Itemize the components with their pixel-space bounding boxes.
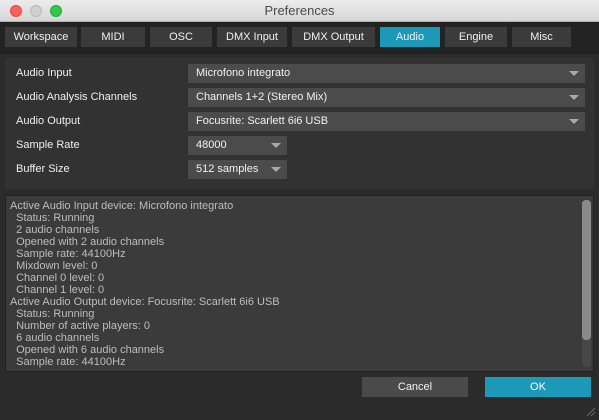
chevron-down-icon: [271, 143, 281, 148]
chevron-down-icon: [569, 71, 579, 76]
tab-midi[interactable]: MIDI: [81, 27, 145, 47]
audio-input-value: Microfono integrato: [196, 67, 291, 79]
sample-rate-value: 48000: [196, 139, 227, 151]
ok-button[interactable]: OK: [485, 377, 591, 397]
tab-dmx-output[interactable]: DMX Output: [292, 27, 375, 47]
log-line: Status: Running: [10, 308, 95, 320]
audio-input-select[interactable]: Microfono integrato: [188, 64, 585, 83]
log-line: Active Audio Output device: Focusrite: S…: [10, 296, 280, 308]
log-line: Sample rate: 44100Hz: [10, 356, 126, 368]
log-line: Opened with 2 audio channels: [10, 236, 165, 248]
chevron-down-icon: [569, 95, 579, 100]
log-line: Number of active players: 0: [10, 320, 151, 332]
tab-workspace[interactable]: Workspace: [5, 27, 77, 47]
audio-analysis-select[interactable]: Channels 1+2 (Stereo Mix): [188, 88, 585, 107]
tab-bar: Workspace MIDI OSC DMX Input DMX Output …: [0, 22, 599, 54]
sample-rate-label: Sample Rate: [16, 139, 80, 151]
window-title: Preferences: [264, 3, 335, 18]
tab-misc[interactable]: Misc: [512, 27, 571, 47]
log-line: Mixdown level: 0: [10, 260, 98, 272]
resize-grip-icon[interactable]: [586, 407, 596, 417]
log-scrollbar-thumb[interactable]: [582, 200, 591, 340]
title-bar: Preferences: [0, 0, 599, 22]
cancel-button[interactable]: Cancel: [362, 377, 468, 397]
log-line: 2 audio channels: [10, 224, 100, 236]
log-line: Sample rate: 44100Hz: [10, 248, 126, 260]
buffer-size-select[interactable]: 512 samples: [188, 160, 287, 179]
tab-audio[interactable]: Audio: [380, 27, 440, 47]
audio-output-value: Focusrite: Scarlett 6i6 USB: [196, 115, 329, 127]
buffer-size-label: Buffer Size: [16, 163, 70, 175]
log-line: Active Audio Input device: Microfono int…: [10, 200, 234, 212]
audio-output-select[interactable]: Focusrite: Scarlett 6i6 USB: [188, 112, 585, 131]
log-line: Opened with 6 audio channels: [10, 344, 165, 356]
sample-rate-select[interactable]: 48000: [188, 136, 287, 155]
audio-settings-panel: Audio Input Microfono integrato Audio An…: [5, 58, 594, 189]
log-line: Channel 0 level: 0: [10, 272, 105, 284]
log-line: Channel 1 level: 0: [10, 284, 105, 296]
chevron-down-icon: [271, 167, 281, 172]
log-lines: Active Audio Input device: Microfono int…: [10, 200, 579, 368]
tab-engine[interactable]: Engine: [445, 27, 507, 47]
audio-input-label: Audio Input: [16, 67, 72, 79]
audio-status-log[interactable]: Active Audio Input device: Microfono int…: [5, 195, 594, 372]
tab-osc[interactable]: OSC: [150, 27, 212, 47]
audio-analysis-label: Audio Analysis Channels: [16, 91, 138, 103]
buffer-size-value: 512 samples: [196, 163, 259, 175]
audio-output-label: Audio Output: [16, 115, 81, 127]
log-line: 6 audio channels: [10, 332, 100, 344]
tab-dmx-input[interactable]: DMX Input: [217, 27, 287, 47]
audio-analysis-value: Channels 1+2 (Stereo Mix): [196, 91, 328, 103]
chevron-down-icon: [569, 119, 579, 124]
log-line: Status: Running: [10, 212, 95, 224]
